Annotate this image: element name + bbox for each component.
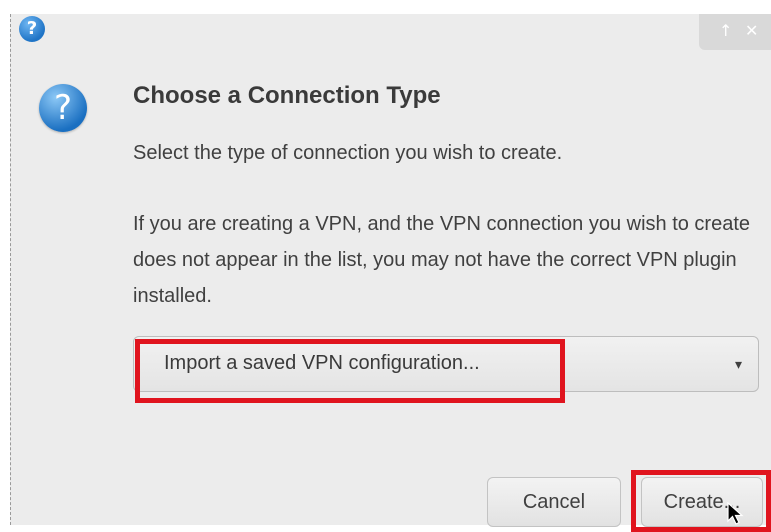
chevron-down-icon: ▾ (734, 357, 742, 373)
window-controls: ↑ ✕ (699, 14, 771, 50)
titlebar-question-icon: ? (19, 16, 45, 42)
dialog-subtitle: Select the type of connection you wish t… (133, 142, 563, 164)
create-button[interactable]: Create... (641, 477, 763, 527)
keep-above-icon[interactable]: ↑ (719, 22, 732, 40)
connection-type-value: Import a saved VPN configuration... (164, 352, 480, 374)
close-icon[interactable]: ✕ (745, 22, 758, 40)
question-icon: ? (39, 84, 87, 132)
cancel-button[interactable]: Cancel (487, 477, 621, 527)
dialog-title: Choose a Connection Type (133, 82, 441, 109)
connection-type-dialog: ? ↑ ✕ ? Choose a Connection Type Select … (10, 14, 771, 532)
connection-type-select[interactable]: Import a saved VPN configuration... ▾ (133, 336, 759, 392)
dialog-explanation: If you are creating a VPN, and the VPN c… (133, 213, 751, 307)
